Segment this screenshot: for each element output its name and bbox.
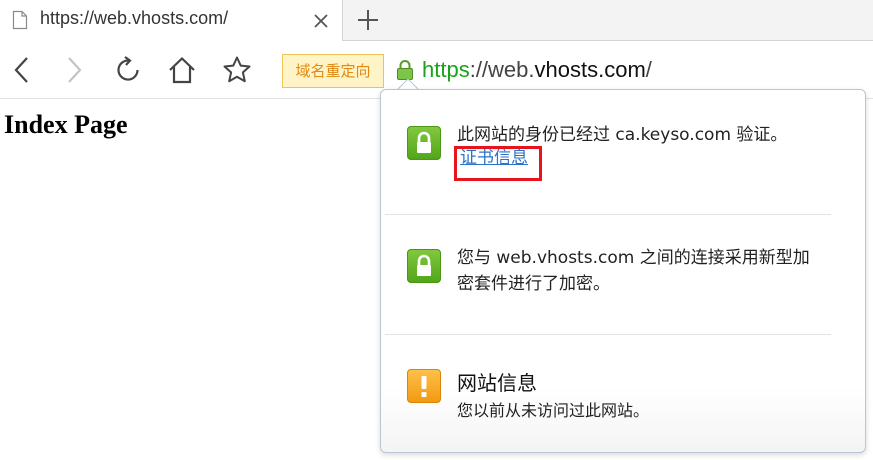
close-icon[interactable] xyxy=(311,11,331,31)
plus-icon[interactable] xyxy=(352,5,384,35)
reload-icon[interactable] xyxy=(113,55,143,85)
home-icon[interactable] xyxy=(167,55,197,85)
identity-text: 此网站的身份已经过 ca.keyso.com 验证。 xyxy=(457,125,788,145)
identity-section: 此网站的身份已经过 ca.keyso.com 验证。 证书信息 xyxy=(381,90,865,214)
star-icon[interactable] xyxy=(222,55,252,85)
browser-tab[interactable]: https://web.vhosts.com/ xyxy=(0,0,343,41)
chevron-right-icon[interactable] xyxy=(58,55,88,85)
lock-icon[interactable] xyxy=(396,59,414,81)
document-icon xyxy=(12,10,28,30)
url-domain: vhosts.com xyxy=(534,57,646,82)
connection-text-line2: 密套件进行了加密。 xyxy=(457,274,610,294)
connection-section: 您与 web.vhosts.com 之间的连接采用新型加 密套件进行了加密。 xyxy=(381,215,865,334)
highlight-box xyxy=(454,146,542,181)
page-heading: Index Page xyxy=(4,110,128,139)
exclamation-icon xyxy=(407,369,441,403)
lock-icon xyxy=(407,249,441,283)
lock-icon xyxy=(407,126,441,160)
url-scheme: https xyxy=(422,57,470,82)
chevron-left-icon[interactable] xyxy=(8,55,38,85)
site-info-subtitle: 您以前从未访问过此网站。 xyxy=(457,401,650,420)
redirect-badge[interactable]: 域名重定向 xyxy=(282,54,384,88)
popup-divider xyxy=(385,334,831,335)
site-security-popup: 此网站的身份已经过 ca.keyso.com 验证。 证书信息 您与 web.v… xyxy=(380,89,866,453)
tab-title: https://web.vhosts.com/ xyxy=(40,8,229,28)
address-bar-url[interactable]: https://web.vhosts.com/ xyxy=(422,57,652,83)
url-prefix: ://web. xyxy=(469,57,535,82)
connection-text-line1: 您与 web.vhosts.com 之间的连接采用新型加 xyxy=(457,248,810,268)
tab-strip: https://web.vhosts.com/ xyxy=(0,0,873,41)
url-path: / xyxy=(645,57,652,82)
site-info-title: 网站信息 xyxy=(457,371,537,395)
